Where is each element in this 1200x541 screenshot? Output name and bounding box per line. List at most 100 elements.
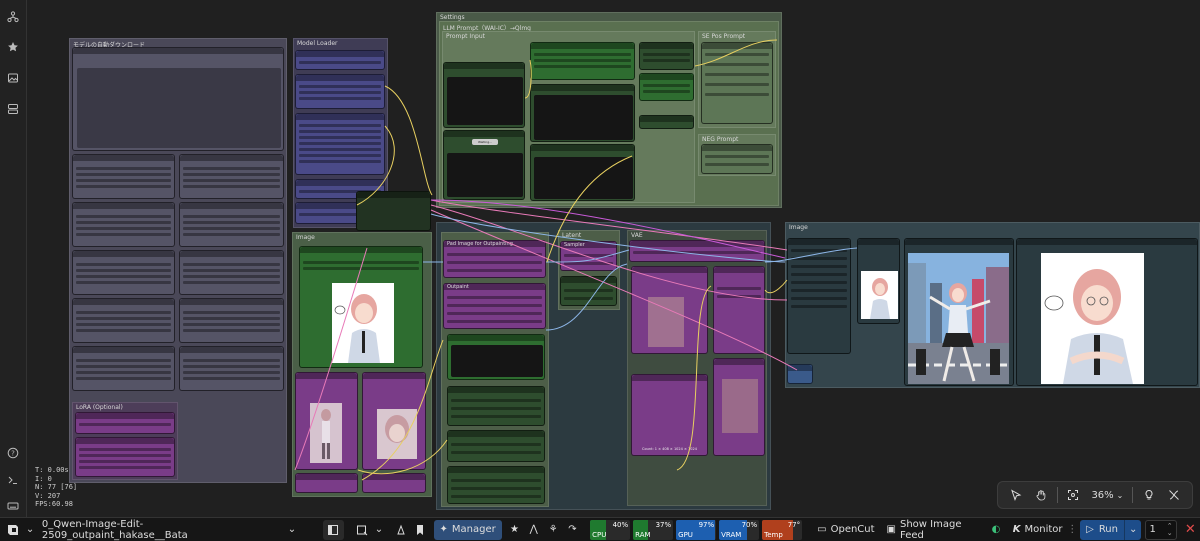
download-node[interactable] xyxy=(179,250,284,295)
chevron-down-icon[interactable]: ⌄ xyxy=(285,520,299,540)
image-info-node[interactable]: Count: 1 × 408 × 1024 × 1024 xyxy=(631,374,708,456)
nodes-map-icon[interactable]: ⚘ xyxy=(543,520,562,540)
meter: 97% GPU xyxy=(676,519,717,540)
download-node[interactable] xyxy=(179,298,284,343)
image-compare-node[interactable] xyxy=(904,238,1014,386)
encode-node[interactable] xyxy=(447,334,545,380)
keyboard-icon[interactable] xyxy=(0,493,26,519)
download-node[interactable] xyxy=(72,346,175,391)
neg-prompt-node[interactable] xyxy=(701,144,773,174)
unet-loader-node[interactable] xyxy=(295,50,385,70)
reroute-node[interactable] xyxy=(356,191,431,231)
switch-node[interactable] xyxy=(639,73,694,101)
empty-latent-node[interactable]: Sampler xyxy=(560,241,617,271)
download-node[interactable] xyxy=(179,202,284,247)
download-node[interactable] xyxy=(72,250,175,295)
switch-node[interactable] xyxy=(787,364,813,384)
workflow-canvas[interactable]: モデルの自動ダウンロード LoRA (Optional) Model Loade… xyxy=(27,0,1200,517)
ref-image-node[interactable] xyxy=(295,372,358,470)
show-image-feed-button[interactable]: ▣ Show Image Feed xyxy=(883,519,990,541)
preview-node[interactable] xyxy=(631,266,708,354)
queue-icon[interactable] xyxy=(350,520,373,540)
run-options-dropdown[interactable]: ⌄ xyxy=(1124,519,1142,540)
outpaint-node[interactable]: Outpaint xyxy=(443,283,546,329)
switch-node[interactable] xyxy=(639,115,694,129)
help-icon[interactable]: ? xyxy=(0,440,26,466)
download-node[interactable] xyxy=(179,346,284,391)
load-image-node[interactable] xyxy=(299,246,423,368)
stat-nodes: N: 77 [76] xyxy=(35,483,78,492)
switch-node[interactable] xyxy=(639,42,694,70)
bookmark-icon[interactable] xyxy=(412,520,427,540)
preview-thumbnail xyxy=(722,379,758,433)
prompt-node[interactable] xyxy=(701,42,773,124)
download-node[interactable] xyxy=(179,154,284,199)
image-gallery-icon[interactable] xyxy=(0,65,26,91)
resize-node[interactable] xyxy=(295,473,358,493)
star-icon[interactable] xyxy=(0,34,26,60)
compare-node[interactable] xyxy=(787,238,851,354)
encode-node[interactable] xyxy=(447,466,545,504)
link-visibility-icon[interactable] xyxy=(1161,484,1186,506)
small-preview-image xyxy=(861,271,898,319)
workflows-icon[interactable] xyxy=(0,96,26,122)
encode-node[interactable] xyxy=(447,430,545,462)
star-icon[interactable]: ★ xyxy=(505,520,524,540)
manager-label: Manager xyxy=(451,524,496,535)
redo-icon[interactable]: ↷ xyxy=(563,520,582,540)
monitor-button[interactable]: K Monitor xyxy=(1009,520,1067,540)
image-feed-icon: ▣ xyxy=(886,524,896,535)
pad-image-node[interactable]: Pad Image for Outpainting xyxy=(443,240,546,278)
workflow-tab[interactable]: 0_Qwen-Image-Edit-2509_outpaint_hakase__… xyxy=(38,519,285,541)
drag-handle-icon[interactable]: ⋮ xyxy=(1067,520,1079,540)
comfy-logo-icon[interactable] xyxy=(3,520,22,540)
small-preview-node[interactable] xyxy=(857,238,900,324)
ref-image-node[interactable] xyxy=(362,372,426,470)
cancel-queue-icon[interactable]: ✕ xyxy=(1181,520,1200,540)
lora-loader-node[interactable] xyxy=(295,113,385,175)
opencut-label: OpenCut xyxy=(830,524,875,535)
image-input-node[interactable] xyxy=(443,62,525,128)
zoom-control[interactable]: 36% ⌄ xyxy=(1085,490,1129,501)
ref-image-preview xyxy=(377,409,417,459)
download-node[interactable] xyxy=(72,202,175,247)
preview-node[interactable] xyxy=(713,358,765,456)
status-node[interactable]: Waiting... xyxy=(443,130,525,200)
clip-loader-node[interactable] xyxy=(295,74,385,109)
clean-vram-icon[interactable] xyxy=(391,520,412,540)
llm-output-node[interactable] xyxy=(530,84,635,142)
status-text: Waiting... xyxy=(472,139,498,145)
original-preview-node[interactable] xyxy=(1016,238,1198,386)
meter: 40% CPU xyxy=(590,519,631,540)
download-node[interactable] xyxy=(72,298,175,343)
hand-pan-icon[interactable] xyxy=(1029,484,1054,506)
stepper-arrows-icon[interactable]: ⌃ ⌄ xyxy=(1167,522,1173,537)
resize-node[interactable] xyxy=(362,473,426,493)
vae-decode-node[interactable] xyxy=(713,266,765,354)
opencut-button[interactable]: ▭ OpenCut xyxy=(813,520,878,540)
stat-v: V: 207 xyxy=(35,491,61,500)
download-node[interactable] xyxy=(72,154,175,199)
node-library-icon[interactable] xyxy=(0,4,26,30)
lora-node[interactable] xyxy=(75,412,175,434)
run-button[interactable]: ▷ Run xyxy=(1080,519,1124,540)
lightbulb-icon[interactable] xyxy=(1136,484,1161,506)
manager-button[interactable]: ✦ Manager xyxy=(433,519,502,540)
chevron-down-icon[interactable]: ⌄ xyxy=(22,520,37,540)
encode-node[interactable] xyxy=(447,386,545,426)
model-download-node[interactable] xyxy=(72,47,284,151)
latent-node[interactable] xyxy=(560,276,617,306)
queue-count-stepper[interactable]: 1 ⌃ ⌄ xyxy=(1145,519,1177,540)
stat-i: I: 0 xyxy=(35,474,52,483)
terminal-icon[interactable] xyxy=(0,467,26,493)
ksampler-node[interactable] xyxy=(629,240,765,262)
llm-text-node[interactable] xyxy=(530,42,635,80)
fit-view-icon[interactable] xyxy=(1061,484,1086,506)
preview-thumbnail xyxy=(648,297,684,347)
lora-node[interactable] xyxy=(75,437,175,477)
chevron-down-icon[interactable]: ⌄ xyxy=(373,520,385,540)
share-icon[interactable]: ⋀ xyxy=(524,520,543,540)
select-icon[interactable] xyxy=(1004,484,1029,506)
llm-result-node[interactable] xyxy=(530,144,635,201)
panel-toggle-icon[interactable] xyxy=(322,519,344,540)
